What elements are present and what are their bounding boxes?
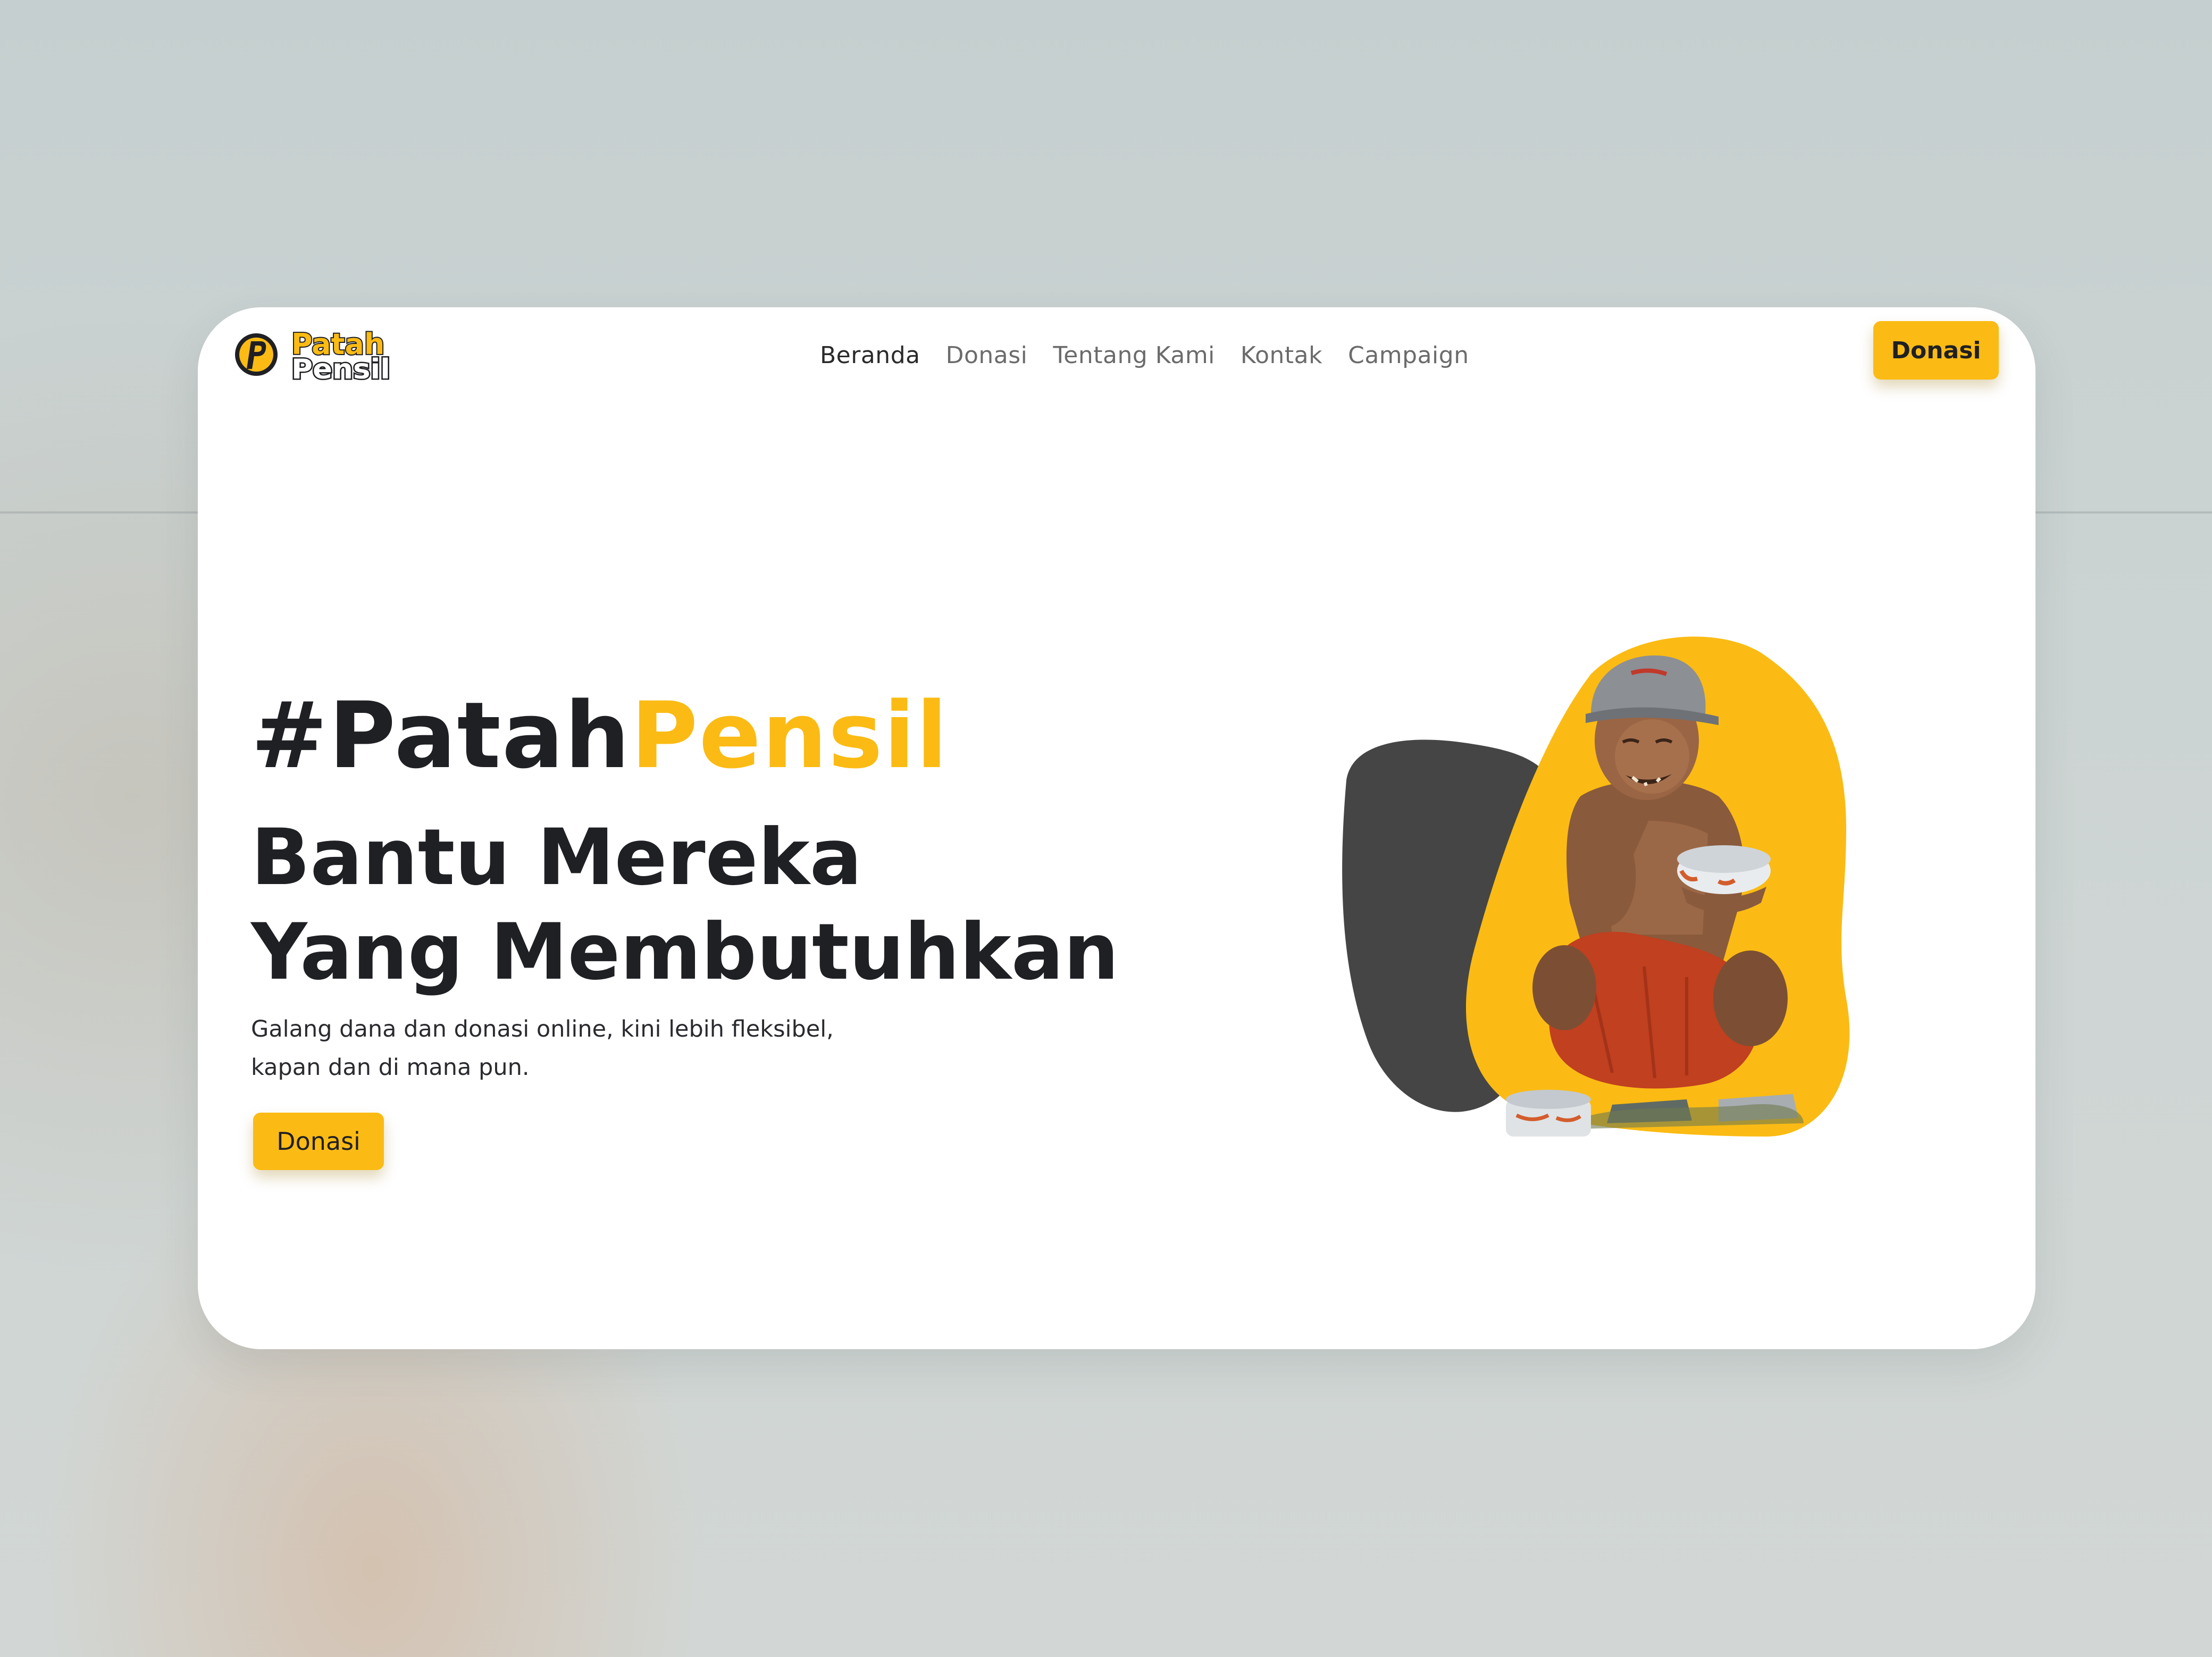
main-nav: Beranda Donasi Tentang Kami Kontak Campa…	[820, 329, 1469, 382]
headline-line-1: Bantu Mereka	[251, 812, 862, 903]
hero-donasi-button[interactable]: Donasi	[253, 1113, 384, 1170]
hero-illustration	[1342, 636, 1850, 1137]
subtext-line-2: kapan dan di mana pun.	[251, 1054, 530, 1081]
browser-page-card: Patah Pensil Beranda Donasi Tentang Kami…	[198, 307, 2035, 1349]
svg-text:Pensil: Pensil	[291, 354, 390, 384]
hero-headline: Bantu Mereka Yang Membutuhkan	[251, 810, 1119, 999]
brand-logo[interactable]: Patah Pensil	[233, 325, 392, 387]
nav-link-campaign[interactable]: Campaign	[1348, 342, 1469, 369]
nav-link-donasi[interactable]: Donasi	[946, 342, 1028, 369]
hero-hashtag: #PatahPensil	[251, 690, 949, 781]
hashtag-dark-text: #Patah	[251, 682, 631, 789]
nav-donasi-button[interactable]: Donasi	[1873, 321, 1999, 380]
hashtag-accent-text: Pensil	[631, 682, 949, 789]
logo-icon: Patah Pensil	[235, 326, 392, 387]
nav-link-tentang-kami[interactable]: Tentang Kami	[1053, 342, 1215, 369]
nav-link-kontak[interactable]: Kontak	[1241, 342, 1322, 369]
hero-subtext: Galang dana dan donasi online, kini lebi…	[251, 1010, 942, 1087]
nav-link-beranda[interactable]: Beranda	[820, 342, 920, 369]
subtext-line-1: Galang dana dan donasi online, kini lebi…	[251, 1016, 834, 1042]
headline-line-2: Yang Membutuhkan	[251, 907, 1119, 997]
